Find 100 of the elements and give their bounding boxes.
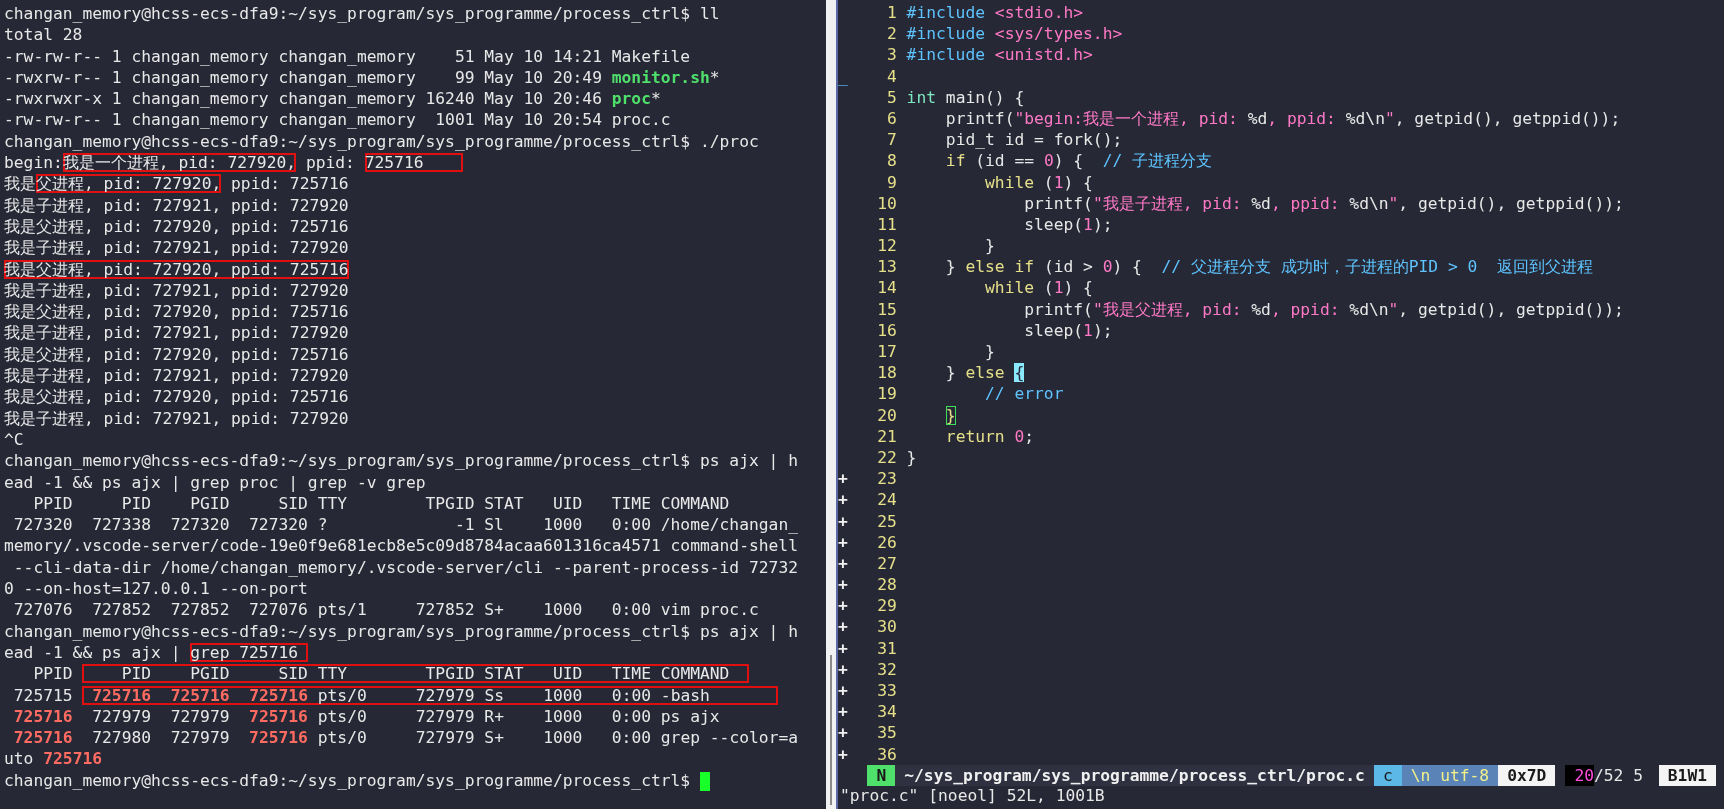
gutter-sign: + xyxy=(838,596,848,616)
code-text: ; xyxy=(1024,426,1035,446)
code-text: %d\n xyxy=(1349,299,1389,319)
gutter-sign: + xyxy=(838,532,848,552)
terminal-text: -rwxrw-r-- 1 changan_memory changan_memory 99 May 10 20:49 xyxy=(4,67,603,87)
type-keyword: int xyxy=(906,87,937,107)
line-number: 9 xyxy=(886,171,897,193)
code-text: } xyxy=(985,342,995,361)
matching-bracket: } xyxy=(945,405,956,425)
header-name: <unistd.h> xyxy=(994,45,1093,65)
string-literal: "begin:我是一个进程, pid: xyxy=(1014,108,1239,128)
terminal-text: pts/0 727979 R+ 1000 0:00 ps ajx xyxy=(317,706,720,726)
gutter-sign: + xyxy=(838,681,848,700)
code-comment: // 子进程分支 xyxy=(1102,151,1213,171)
terminal-text: 我是子进程, pid: 727921, ppid: 727920 xyxy=(4,323,349,343)
number-literal: 0 xyxy=(1102,257,1113,277)
line-number: 35 xyxy=(876,722,897,744)
keyword: return xyxy=(945,426,1005,446)
grep-match: 725716 xyxy=(170,685,230,705)
executable-name: proc xyxy=(611,89,651,109)
line-number: 15 xyxy=(876,298,897,320)
code-text: , getpid(), getppid()); xyxy=(1398,299,1624,319)
terminal-text: 我是子进程, pid: 727921, ppid: 727920 xyxy=(4,408,349,428)
terminal-text: 我是子进程, pid: 727921, ppid: 727920 xyxy=(4,195,349,215)
code-text: main() { xyxy=(945,87,1025,107)
line-number: 13 xyxy=(876,256,897,278)
code-text: ) { xyxy=(1053,151,1085,171)
terminal-text: 725715 xyxy=(13,685,74,705)
header-name: <stdio.h> xyxy=(994,3,1084,22)
terminal-text: 我是 xyxy=(4,174,36,194)
terminal-text: -rw-rw-r-- 1 changan_memory changan_memory 1001 May 10 20:54 proc.c xyxy=(4,110,671,130)
terminal-text: ead -1 && ps ajx | grep proc | grep -v grep xyxy=(4,472,426,492)
line-number: 1 xyxy=(886,2,897,24)
code-text: %d xyxy=(1251,299,1271,319)
keyword: if xyxy=(945,151,966,171)
file-encoding: \n utf-8 xyxy=(1401,764,1499,786)
number-literal: 1 xyxy=(1053,172,1064,192)
terminal-text: ppid: xyxy=(305,153,356,173)
terminal-text: memory/.vscode-server/code-19e0f9e681ecb8e5c09d8784acaa601316ca4571 command-shell xyxy=(4,536,798,556)
gutter-sign: + xyxy=(838,702,848,722)
code-text: (id > xyxy=(1043,257,1094,277)
gutter-sign: + xyxy=(838,659,848,679)
line-number: 17 xyxy=(876,341,897,363)
grep-match: 725716 xyxy=(13,706,73,726)
gutter-sign: _ xyxy=(838,66,848,86)
line-number: 29 xyxy=(876,595,897,617)
code-text: sleep( xyxy=(1024,320,1084,340)
line-number: 25 xyxy=(876,510,897,532)
scrollbar[interactable] xyxy=(830,655,832,805)
cursor-position: /52 5 xyxy=(1594,764,1644,786)
terminal-text: 0 --on-host=127.0.0.1 --on-port xyxy=(4,579,308,598)
terminal-text: PPID PID PGID SID TTY TPGID STAT UID TIME COMMAND xyxy=(33,493,730,513)
gutter-sign: + xyxy=(838,723,848,743)
line-number: 10 xyxy=(876,192,897,214)
line-number: 33 xyxy=(876,680,897,702)
gutter-sign: + xyxy=(838,617,848,637)
string-literal: " xyxy=(1388,299,1399,319)
string-literal: " xyxy=(1388,193,1399,213)
code-text: ( xyxy=(1043,172,1054,192)
terminal-text: total 28 xyxy=(4,25,83,45)
terminal-text: 我是子进程, pid: 727921, ppid: 727920 xyxy=(4,238,349,258)
code-text: printf( xyxy=(945,108,1015,128)
line-number: 30 xyxy=(876,616,897,638)
buffer-info: B1W1 xyxy=(1658,764,1716,786)
grep-match: 725716 xyxy=(249,685,308,705)
line-number: 19 xyxy=(876,383,897,405)
line-number: 32 xyxy=(876,658,897,680)
terminal-text: 我是父进程, pid: 727920, ppid: 725716 xyxy=(4,344,349,364)
line-number: 18 xyxy=(876,362,897,384)
line-number: 12 xyxy=(876,235,897,257)
string-literal: " xyxy=(1384,108,1395,128)
grep-match: 725716 xyxy=(13,728,73,748)
preprocessor-directive: #include xyxy=(906,3,986,22)
code-text: %d xyxy=(1247,108,1268,128)
line-number: 3 xyxy=(886,44,897,66)
number-literal: 1 xyxy=(1083,214,1093,234)
line-number: 20 xyxy=(876,404,897,426)
line-number: 24 xyxy=(876,489,897,511)
code-text: ) { xyxy=(1063,278,1093,298)
grep-match: 725716 xyxy=(92,685,152,705)
number-literal: 1 xyxy=(1083,320,1093,340)
gutter-sign: + xyxy=(838,575,848,595)
line-number: 22 xyxy=(876,446,897,469)
file-type: c xyxy=(1373,764,1402,786)
code-text: ) { xyxy=(1112,257,1143,277)
terminal-text: ^C xyxy=(4,429,24,449)
code-text: %d xyxy=(1251,193,1271,213)
cursor: { xyxy=(1014,363,1025,383)
terminal-text: -rwxrwxr-x 1 changan_memory changan_memory 16240 May 10 20:46 xyxy=(4,89,603,109)
grep-match: 725716 xyxy=(249,706,308,726)
gutter-sign: + xyxy=(838,469,848,489)
terminal-text: changan_memory@hcss-ecs-dfa9:~/sys_program/sys_programme/process_ctrl$ ps ajx | h xyxy=(4,451,798,471)
line-number: 21 xyxy=(876,425,897,447)
line-number: 5 xyxy=(886,86,897,108)
line-number: 34 xyxy=(876,701,897,723)
line-number: 23 xyxy=(876,468,897,490)
command-line-message: "proc.c" [noeol] 52L, 1001B xyxy=(839,785,1106,806)
gutter-sign: + xyxy=(838,511,848,531)
code-text: %d\n xyxy=(1349,193,1389,213)
terminal-text: * xyxy=(650,89,661,109)
